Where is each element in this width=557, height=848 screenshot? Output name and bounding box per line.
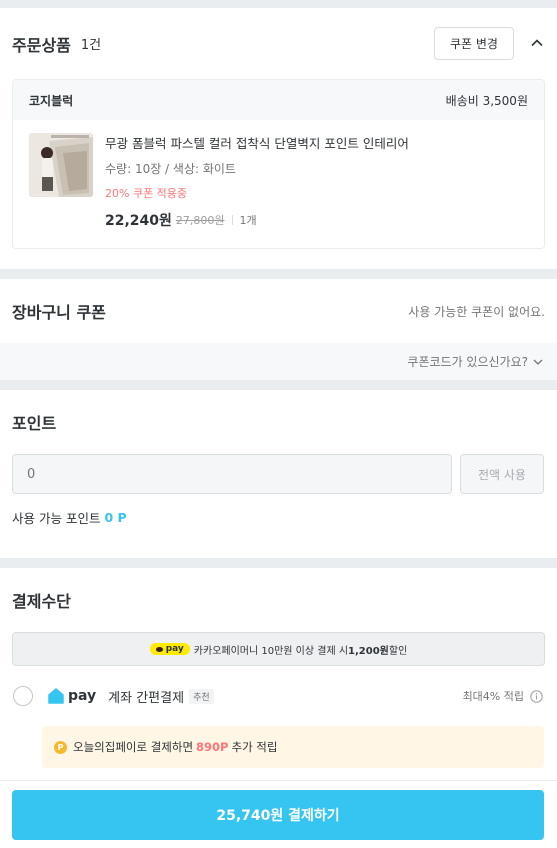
points-header: 포인트 (0, 390, 557, 454)
kakaopay-promo-banner[interactable]: pay 카카오페이머니 10만원 이상 결제 시 1,200원 할인 (12, 632, 545, 666)
cart-coupon-title: 장바구니 쿠폰 (12, 303, 106, 322)
payment-option-label: 계좌 간편결제 (108, 690, 185, 706)
product-info: 무광 폼블럭 파스텔 컬러 접착식 단열벽지 포인트 인테리어 수량: 10장 … (105, 133, 409, 230)
chevron-up-icon[interactable] (531, 37, 543, 49)
max-reward-rate: 최대4% 적립 (463, 688, 543, 704)
ohouse-pay-logo: pay (47, 688, 96, 704)
kakao-promo-text: 카카오페이머니 10만원 이상 결제 시 (193, 645, 349, 657)
available-points-value: 0 P (104, 509, 127, 525)
shop-name: 코지블럭 (29, 93, 74, 108)
ohouse-pay-reward-banner: P 오늘의집페이로 결제하면 890P 추가 적립 (42, 726, 544, 768)
coupon-applied-status: 20% 쿠폰 적용중 (105, 187, 188, 200)
points-title: 포인트 (12, 414, 57, 433)
shipping-fee: 배송비 3,500원 (445, 93, 528, 108)
points-section: 포인트 전액 사용 사용 가능 포인트 0 P (0, 390, 557, 558)
product-options: 수량: 10장 / 색상: 화이트 (105, 162, 236, 176)
payment-title: 결제수단 (12, 592, 71, 611)
bottom-cta-bar: 25,740원 결제하기 (0, 780, 557, 848)
payment-radio[interactable] (13, 686, 33, 706)
shop-header: 코지블럭 배송비 3,500원 (13, 80, 544, 120)
product-price: 22,240원 (105, 213, 172, 229)
recommended-badge: 추천 (189, 688, 214, 704)
reward-text-prefix: 오늘의집페이로 결제하면 (73, 740, 194, 754)
kakao-promo-amount: 1,200원 (348, 645, 389, 657)
product-thumbnail[interactable] (29, 133, 93, 197)
price-row: 22,240원 27,800원 1개 (105, 210, 409, 230)
reward-text-suffix: 추가 적립 (231, 740, 278, 754)
section-divider (0, 269, 557, 279)
payment-option-account[interactable]: pay 계좌 간편결제 추천 최대4% 적립 (0, 666, 557, 726)
order-section: 주문상품 1건 쿠폰 변경 코지블럭 배송비 3,500원 무광 폼블럭 파스텔… (0, 8, 557, 269)
product-name[interactable]: 무광 폼블럭 파스텔 컬러 접착식 단열벽지 포인트 인테리어 (105, 135, 409, 153)
pay-button[interactable]: 25,740원 결제하기 (12, 790, 544, 840)
payment-header: 결제수단 (0, 568, 557, 632)
shop-card: 코지블럭 배송비 3,500원 무광 폼블럭 파스텔 컬러 접착식 단열벽지 포… (12, 79, 545, 249)
info-icon[interactable] (530, 689, 543, 703)
kakaopay-badge-label: pay (165, 644, 184, 654)
product-quantity: 1개 (239, 214, 257, 227)
points-input[interactable] (12, 454, 452, 494)
coupon-code-toggle[interactable]: 쿠폰코드가 있으신가요? (0, 343, 557, 380)
points-input-row: 전액 사용 (0, 454, 557, 494)
use-all-points-button[interactable]: 전액 사용 (460, 454, 544, 494)
product-image (29, 133, 93, 197)
reward-amount: 890P (196, 740, 229, 754)
original-price: 27,800원 (175, 214, 225, 227)
available-points-label: 사용 가능 포인트 (12, 510, 101, 526)
no-coupon-text: 사용 가능한 쿠폰이 없어요. (408, 304, 545, 319)
order-header: 주문상품 1건 쿠폰 변경 (0, 8, 557, 79)
point-coin-icon: P (54, 740, 67, 754)
cart-coupon-header: 장바구니 쿠폰 사용 가능한 쿠폰이 없어요. (0, 279, 557, 343)
kakaopay-badge: pay (149, 643, 190, 655)
section-divider (0, 558, 557, 568)
section-divider (0, 380, 557, 390)
product-item[interactable]: 무광 폼블럭 파스텔 컬러 접착식 단열벽지 포인트 인테리어 수량: 10장 … (13, 120, 544, 230)
cart-coupon-section: 장바구니 쿠폰 사용 가능한 쿠폰이 없어요. 쿠폰코드가 있으신가요? (0, 279, 557, 380)
chevron-down-icon (533, 359, 543, 365)
coupon-code-question: 쿠폰코드가 있으신가요? (407, 355, 528, 369)
kakao-promo-suffix: 할인 (388, 645, 408, 657)
available-points: 사용 가능 포인트 0 P (0, 508, 557, 526)
payment-section: 결제수단 pay 카카오페이머니 10만원 이상 결제 시 1,200원 할인 … (0, 568, 557, 783)
order-count: 1건 (80, 38, 102, 53)
kakao-speech-icon (155, 646, 163, 652)
max-reward-text: 최대4% 적립 (462, 690, 524, 703)
house-icon (48, 688, 64, 704)
coupon-change-button[interactable]: 쿠폰 변경 (434, 27, 514, 60)
section-divider (0, 0, 557, 8)
pay-wordmark: pay (68, 688, 97, 704)
order-title: 주문상품 (12, 35, 71, 55)
price-separator (231, 215, 233, 225)
